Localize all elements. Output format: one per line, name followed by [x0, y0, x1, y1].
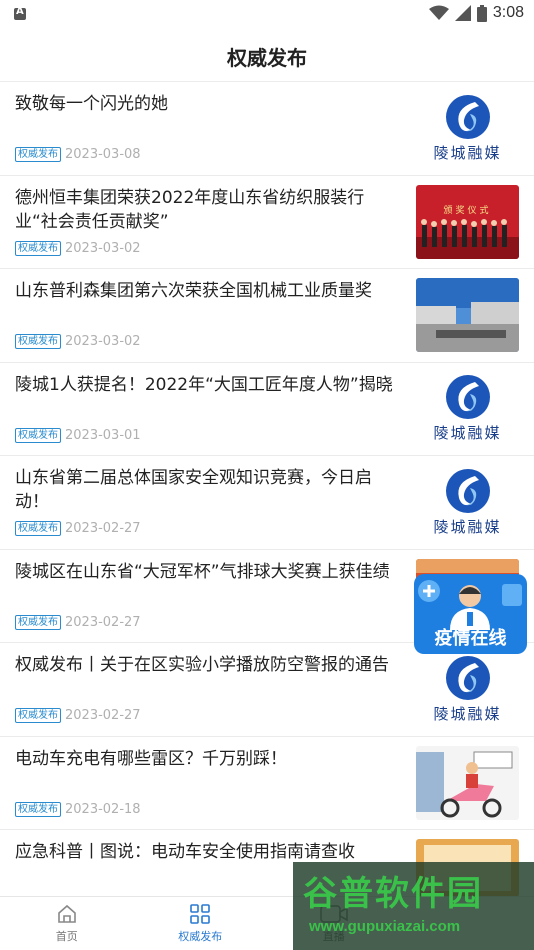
logo-text: 陵城融媒 — [433, 704, 502, 723]
news-item[interactable]: 权威发布丨关于在区实验小学播放防空警报的通告 权威发布 2023-02-27 陵… — [0, 643, 534, 737]
status-icons: 3:08 — [428, 4, 524, 22]
logo-text: 陵城融媒 — [433, 143, 502, 162]
news-title: 电动车充电有哪些雷区？千万别踩！ — [15, 748, 287, 769]
ceremony-photo — [416, 184, 519, 259]
news-date: 2023-02-27 — [65, 708, 141, 723]
news-item[interactable]: 山东省第二届总体国家安全观知识竞赛，今日启动！ 权威发布 2023-02-27 … — [0, 456, 534, 550]
news-meta: 权威发布 2023-02-27 — [15, 521, 141, 536]
logo-mark-icon — [445, 468, 490, 513]
grid-icon — [190, 904, 211, 924]
status-bar: 3:08 — [0, 0, 534, 30]
news-title: 陵城区在山东省“大冠军杯”气排球大奖赛上获佳绩 — [15, 561, 390, 582]
news-meta: 权威发布 2023-03-02 — [15, 240, 141, 256]
nav-item-home[interactable]: 首页 — [0, 897, 134, 950]
news-thumbnail: 陵城融媒 — [416, 371, 519, 446]
news-title: 德州恒丰集团荣获2022年度山东省纺织服装行业“社会责任贡献奖” — [15, 187, 365, 232]
notification-icon — [14, 6, 26, 20]
news-date: 2023-03-01 — [65, 427, 141, 443]
logo-mark-icon — [445, 655, 490, 700]
home-icon — [57, 904, 76, 923]
news-meta: 权威发布 2023-02-18 — [15, 801, 141, 817]
news-list: 致敬每一个闪光的她 权威发布 2023-03-08 陵城融媒 德州恒丰集团荣获2… — [0, 82, 534, 900]
nav-item-authority[interactable]: 权威发布 — [134, 897, 268, 950]
news-item[interactable]: 陵城1人获提名！2022年“大国工匠年度人物”揭晓 权威发布 2023-03-0… — [0, 363, 534, 456]
news-title: 致敬每一个闪光的她 — [15, 94, 168, 114]
clock: 3:08 — [492, 4, 524, 21]
factory-photo — [416, 278, 519, 352]
nav-label: 首页 — [55, 930, 78, 943]
news-tag: 权威发布 — [15, 614, 61, 630]
ebike-illustration — [416, 745, 519, 820]
nav-label: 权威发布 — [178, 930, 223, 943]
logo-mark-icon — [445, 94, 490, 139]
ceremony-caption: 颁奖仪式 — [443, 205, 492, 216]
news-tag: 权威发布 — [15, 427, 61, 443]
battery-icon — [476, 4, 487, 22]
news-meta: 权威发布 2023-02-27 — [15, 708, 141, 723]
news-date: 2023-02-18 — [65, 801, 141, 817]
news-tag: 权威发布 — [15, 334, 61, 349]
news-title: 权威发布丨关于在区实验小学播放防空警报的通告 — [15, 655, 389, 675]
logo-text: 陵城融媒 — [433, 424, 502, 442]
logo-text: 陵城融媒 — [433, 517, 502, 536]
news-thumbnail: 陵城融媒 — [416, 465, 519, 539]
news-date: 2023-03-08 — [65, 147, 141, 162]
news-thumbnail: 颁奖仪式 — [416, 184, 519, 259]
news-date: 2023-03-02 — [65, 334, 141, 349]
news-meta: 权威发布 2023-03-01 — [15, 427, 141, 443]
news-tag: 权威发布 — [15, 521, 61, 536]
news-date: 2023-02-27 — [65, 521, 141, 536]
news-thumbnail: 陵城融媒 — [416, 91, 519, 165]
news-meta: 权威发布 2023-02-27 — [15, 614, 141, 630]
news-thumbnail: 陵城融媒 — [416, 652, 519, 726]
app-header: 权威发布 — [0, 30, 534, 82]
epidemic-online-label: 疫情在线 — [434, 628, 507, 649]
news-title: 山东普利森集团第六次荣获全国机械工业质量奖 — [15, 281, 372, 301]
signal-icon — [454, 5, 471, 21]
lingcheng-logo: 陵城融媒 — [416, 652, 519, 726]
news-item[interactable]: 德州恒丰集团荣获2022年度山东省纺织服装行业“社会责任贡献奖” 权威发布 20… — [0, 176, 534, 269]
lingcheng-logo: 陵城融媒 — [416, 91, 519, 165]
watermark-title: 谷普软件园 — [303, 874, 483, 914]
news-title: 陵城1人获提名！2022年“大国工匠年度人物”揭晓 — [15, 374, 393, 395]
news-tag: 权威发布 — [15, 240, 61, 256]
news-thumbnail — [416, 278, 519, 352]
news-tag: 权威发布 — [15, 708, 61, 723]
news-tag: 权威发布 — [15, 801, 61, 817]
news-meta: 权威发布 2023-03-02 — [15, 334, 141, 349]
lingcheng-logo: 陵城融媒 — [416, 465, 519, 539]
news-title: 应急科普丨图说：电动车安全使用指南请查收 — [15, 842, 355, 862]
watermark-url: www.gupuxiazai.com — [309, 918, 461, 935]
news-meta: 权威发布 2023-03-08 — [15, 147, 141, 162]
news-title: 山东省第二届总体国家安全观知识竞赛，今日启动！ — [15, 468, 372, 512]
page-title: 权威发布 — [227, 46, 307, 70]
news-date: 2023-02-27 — [65, 614, 141, 630]
news-item[interactable]: 致敬每一个闪光的她 权威发布 2023-03-08 陵城融媒 — [0, 82, 534, 176]
site-watermark: 谷普软件园 www.gupuxiazai.com — [293, 862, 534, 950]
doctor-icon — [418, 580, 522, 630]
news-tag: 权威发布 — [15, 147, 61, 162]
lingcheng-logo: 陵城融媒 — [416, 371, 519, 446]
wifi-icon — [428, 5, 449, 20]
news-date: 2023-03-02 — [65, 240, 141, 256]
news-item[interactable]: 山东普利森集团第六次荣获全国机械工业质量奖 权威发布 2023-03-02 — [0, 269, 534, 363]
logo-mark-icon — [445, 375, 490, 419]
news-item[interactable]: 电动车充电有哪些雷区？千万别踩！ 权威发布 2023-02-18 — [0, 737, 534, 830]
news-thumbnail — [416, 745, 519, 820]
epidemic-online-button[interactable]: 疫情在线 — [414, 574, 527, 654]
